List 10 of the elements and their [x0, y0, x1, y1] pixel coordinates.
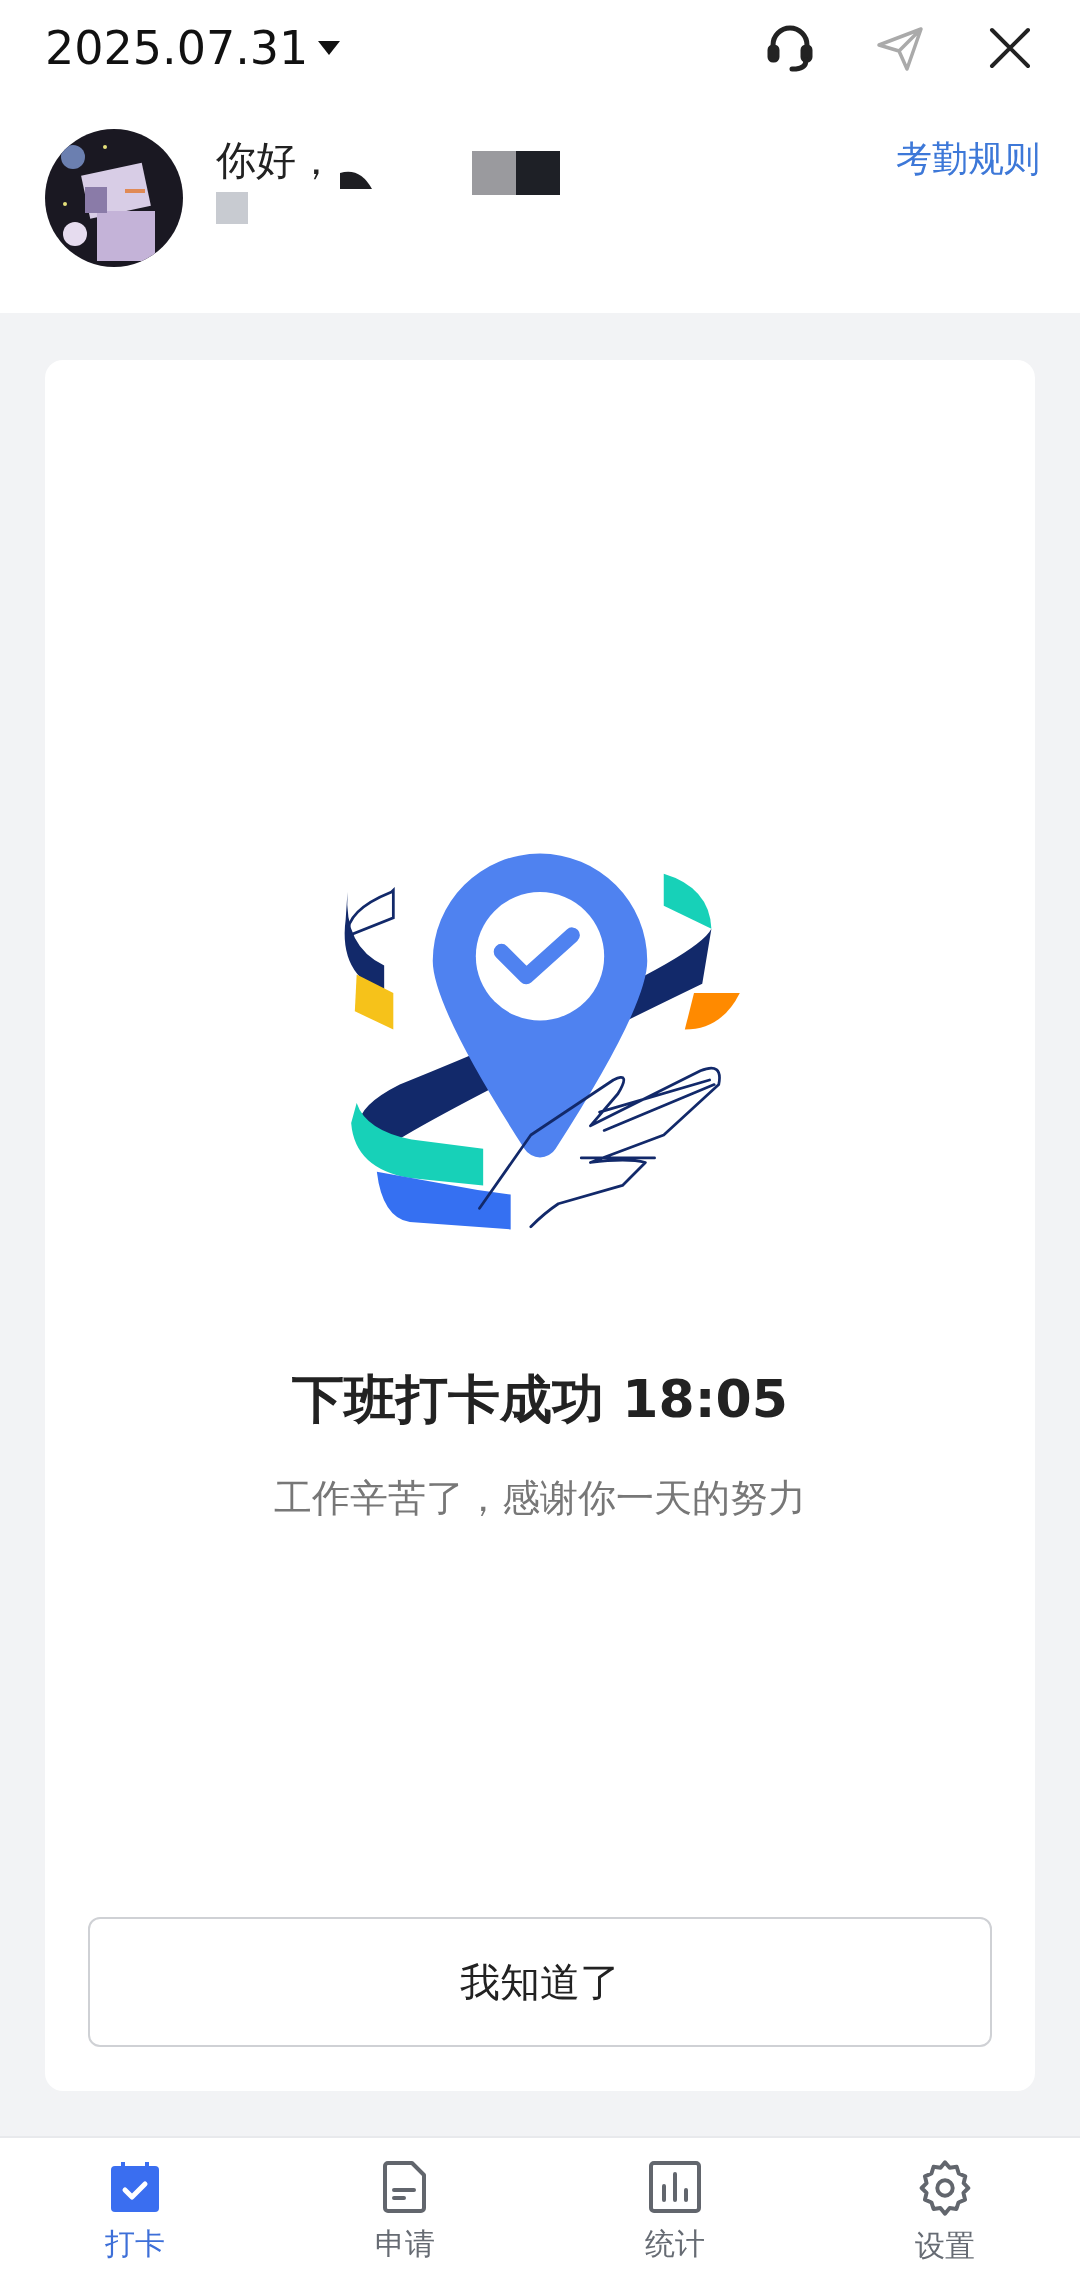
nav-tab[interactable]: 申请 [270, 2138, 540, 2288]
nav-tab[interactable]: 统计 [540, 2138, 810, 2288]
result-subtitle: 工作辛苦了，感谢你一天的努力 [274, 1475, 806, 1522]
acknowledge-button[interactable]: 我知道了 [88, 1917, 992, 2047]
nav-tab[interactable]: 设置 [810, 2138, 1080, 2288]
nav-tab[interactable]: 打卡 [0, 2138, 270, 2288]
greeting-text: 你好， [216, 136, 336, 185]
attendance-rules-link[interactable]: 考勤规则 [896, 135, 1040, 184]
date-selector[interactable]: 2025.07.31 [45, 20, 341, 75]
result-title: 下班打卡成功 18:05 [292, 1368, 788, 1431]
